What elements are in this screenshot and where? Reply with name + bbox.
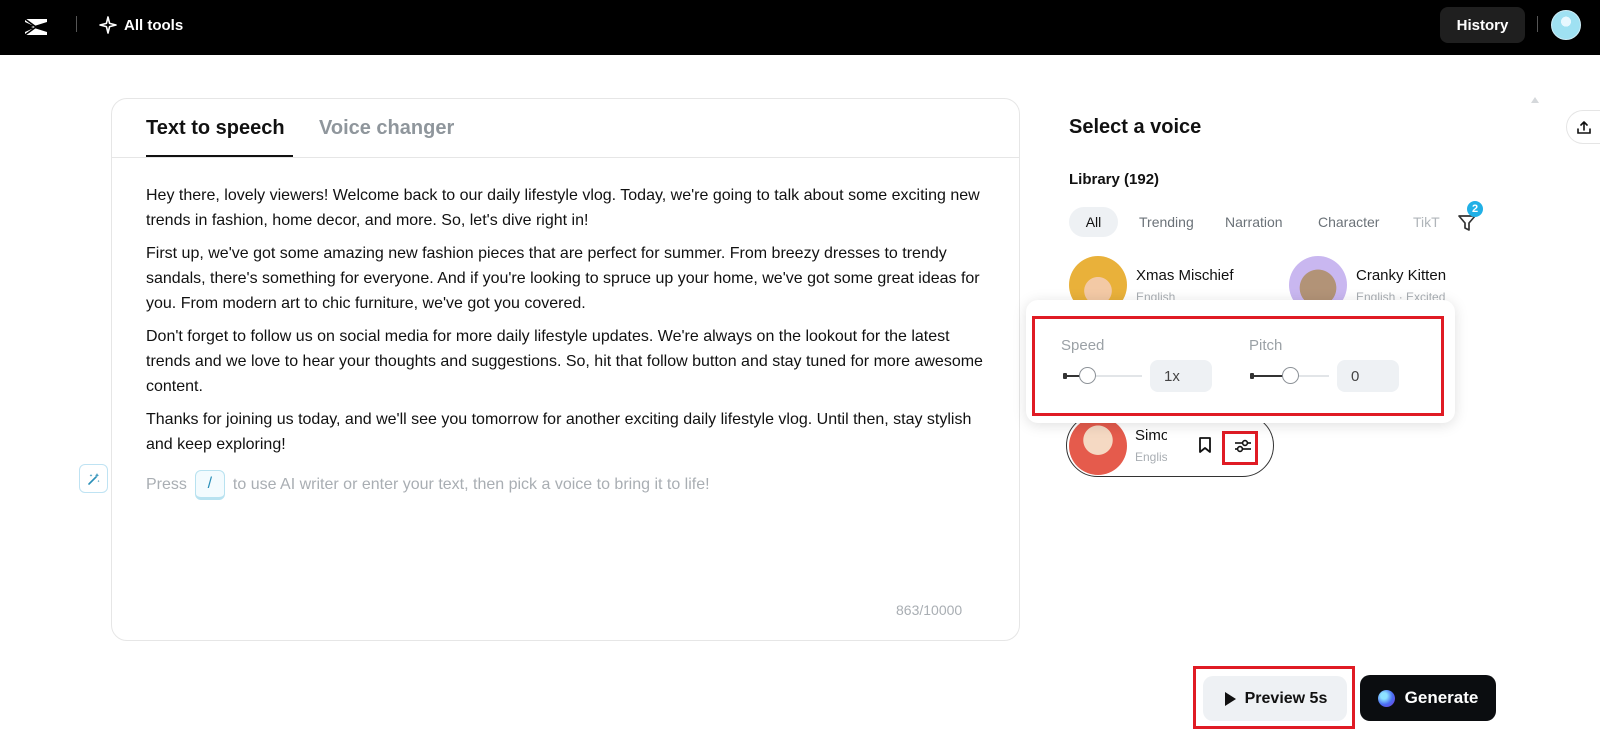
history-button[interactable]: History — [1440, 7, 1525, 43]
generate-label: Generate — [1404, 688, 1479, 707]
filter-count-badge: 2 — [1467, 201, 1483, 217]
ai-writer-button[interactable] — [79, 464, 108, 493]
editor-tabs: Text to speech Voice changer — [112, 99, 1019, 158]
pitch-input[interactable] — [1337, 360, 1399, 392]
divider — [76, 16, 77, 32]
speed-label: Speed — [1061, 337, 1105, 354]
divider — [1537, 16, 1538, 32]
pitch-label: Pitch — [1249, 337, 1283, 354]
voice-item-simo-selected[interactable]: Simo English — [1066, 414, 1274, 477]
bookmark-button[interactable] — [1193, 433, 1217, 457]
voice-filter-chips: All Trending Narration Character TikT — [1069, 207, 1441, 237]
editor-placeholder: Press / to use AI writer or enter your t… — [146, 469, 710, 501]
magic-wand-icon — [87, 472, 100, 485]
voice-name: Simo — [1135, 427, 1167, 444]
slash-key-hint: / — [194, 470, 225, 500]
character-count: 863/10000 — [896, 602, 963, 618]
filter-chip-narration[interactable]: Narration — [1225, 207, 1283, 237]
all-tools-label: All tools — [124, 16, 184, 34]
voice-meta: English — [1135, 450, 1167, 464]
speed-slider-thumb[interactable] — [1078, 367, 1096, 384]
sliders-icon — [1235, 439, 1251, 453]
filter-chip-tiktok[interactable]: TikT — [1413, 207, 1440, 237]
script-paragraph: Don't forget to follow us on social medi… — [146, 328, 983, 395]
library-count: Library (192) — [1069, 171, 1160, 188]
active-tab-indicator — [146, 155, 293, 157]
pitch-slider-thumb[interactable] — [1281, 367, 1299, 384]
placeholder-prefix: Press — [146, 476, 187, 493]
script-paragraph: Hey there, lovely viewers! Welcome back … — [146, 187, 980, 229]
bookmark-icon — [1199, 437, 1211, 453]
speed-slider[interactable] — [1063, 367, 1142, 384]
voice-name: Cranky Kitten — [1356, 266, 1447, 284]
preview-label: Preview 5s — [1244, 689, 1328, 707]
filter-chip-all[interactable]: All — [1069, 207, 1118, 237]
select-voice-title: Select a voice — [1069, 116, 1202, 138]
play-icon — [1224, 691, 1236, 706]
capcut-logo-icon[interactable] — [22, 13, 50, 41]
generate-orb-icon — [1377, 689, 1395, 707]
all-tools-button[interactable]: All tools — [99, 14, 183, 36]
upload-icon — [1576, 121, 1591, 134]
filter-chip-character[interactable]: Character — [1318, 207, 1379, 237]
placeholder-suffix: to use AI writer or enter your text, the… — [232, 476, 710, 493]
preview-button[interactable]: Preview 5s — [1203, 676, 1347, 721]
script-paragraph: Thanks for joining us today, and we'll s… — [146, 411, 972, 453]
voice-name: Xmas Mischief — [1136, 266, 1234, 284]
user-avatar[interactable] — [1551, 10, 1581, 40]
tab-text-to-speech[interactable]: Text to speech — [146, 117, 285, 140]
pitch-slider[interactable] — [1250, 367, 1329, 384]
generate-button[interactable]: Generate — [1360, 675, 1496, 721]
upload-side-button[interactable] — [1566, 110, 1600, 144]
voice-settings-button[interactable] — [1227, 431, 1259, 461]
script-text-area[interactable]: Hey there, lovely viewers! Welcome back … — [146, 183, 996, 465]
text-editor-card: Text to speech Voice changer Hey there, … — [111, 98, 1020, 641]
script-paragraph: First up, we've got some amazing new fas… — [146, 245, 980, 312]
voice-adjust-popover: Speed Pitch — [1026, 300, 1455, 423]
tab-voice-changer[interactable]: Voice changer — [319, 117, 454, 140]
sparkle-icon — [99, 16, 117, 34]
speed-input[interactable] — [1150, 360, 1212, 392]
top-bar: All tools History — [0, 0, 1600, 55]
filter-chip-trending[interactable]: Trending — [1139, 207, 1194, 237]
voice-avatar — [1069, 416, 1127, 475]
scroll-up-arrow-icon[interactable] — [1531, 97, 1539, 103]
